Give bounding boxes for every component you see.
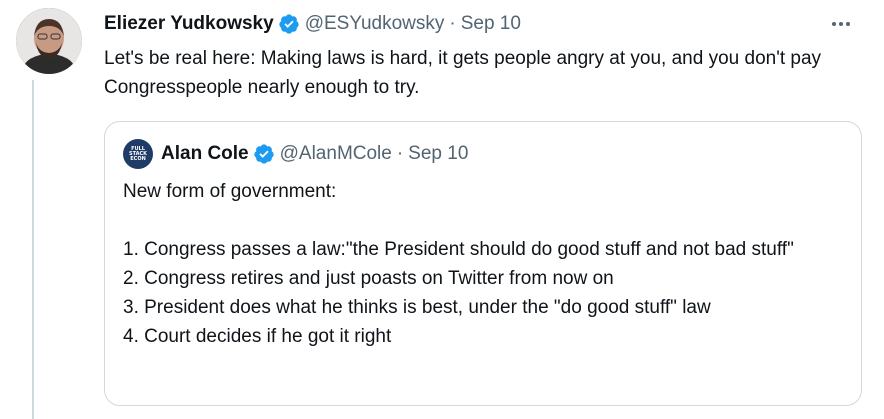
logo-line-3: ECON <box>130 155 146 162</box>
verified-badge-icon <box>278 13 300 35</box>
quoted-avatar[interactable]: FULL STACK ECON <box>123 139 153 169</box>
verified-badge-icon <box>253 143 275 165</box>
quoted-tweet[interactable]: FULL STACK ECON Alan Cole @AlanMCole · S… <box>104 121 862 406</box>
separator-dot: · <box>396 143 404 164</box>
quoted-author-handle: @AlanMCole <box>279 143 392 164</box>
quoted-tweet-text: New form of government: 1. Congress pass… <box>123 181 794 347</box>
quoted-author-name: Alan Cole <box>161 143 249 164</box>
tweet-text: Let's be real here: Making laws is hard,… <box>104 48 822 98</box>
thread-line <box>32 80 34 419</box>
tweet-date[interactable]: Sep 10 <box>461 13 521 35</box>
quoted-tweet-header: FULL STACK ECON Alan Cole @AlanMCole · S… <box>123 139 468 169</box>
author-name[interactable]: Eliezer Yudkowsky <box>104 13 274 35</box>
more-options-icon[interactable] <box>826 12 856 36</box>
avatar[interactable] <box>16 8 82 74</box>
profile-photo-icon <box>16 8 82 74</box>
quoted-tweet-date: Sep 10 <box>408 143 469 164</box>
tweet[interactable]: Eliezer Yudkowsky @ESYudkowsky · Sep 10 … <box>0 0 884 419</box>
tweet-header: Eliezer Yudkowsky @ESYudkowsky · Sep 10 <box>104 10 864 38</box>
tweet-content: Eliezer Yudkowsky @ESYudkowsky · Sep 10 … <box>104 10 864 102</box>
separator-dot: · <box>449 13 456 34</box>
author-handle[interactable]: @ESYudkowsky <box>305 13 445 35</box>
